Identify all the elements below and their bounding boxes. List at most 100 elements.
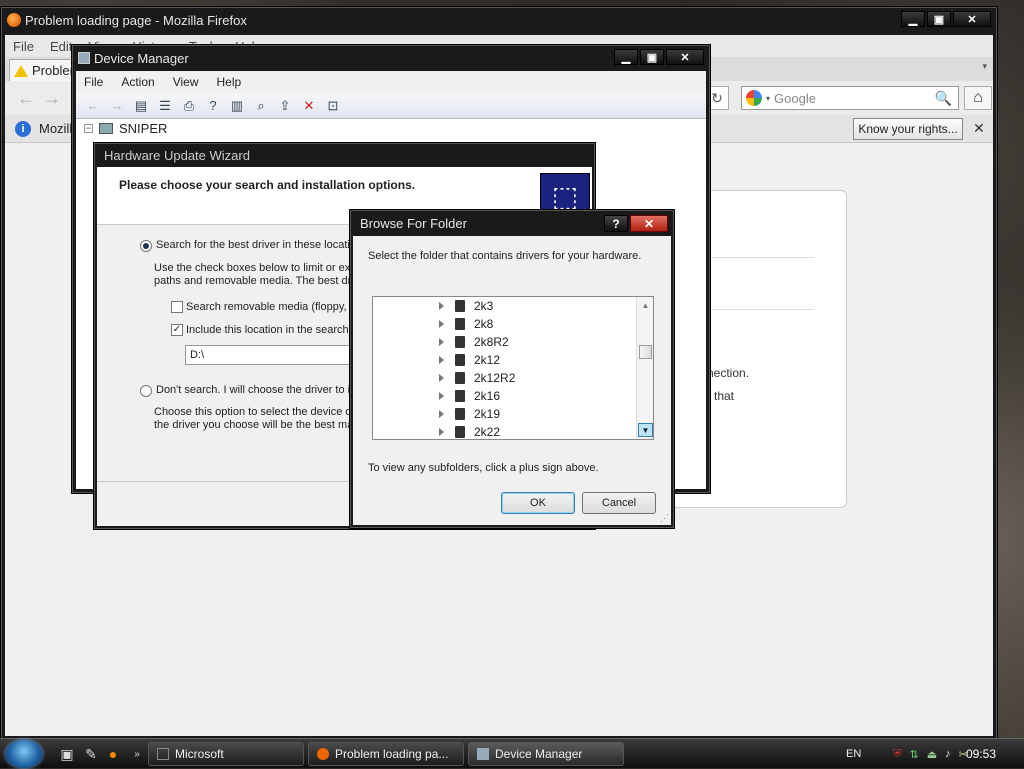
folder-item[interactable]: 2k12 [373, 351, 633, 369]
help-icon[interactable]: ? [204, 97, 222, 115]
folder-icon [455, 408, 465, 420]
folder-icon [455, 336, 465, 348]
folder-item[interactable]: 2k8 [373, 315, 633, 333]
removable-media-label: Search removable media (floppy, CD-ROM..… [186, 301, 351, 313]
scan-hardware-icon[interactable]: ⌕ [252, 97, 270, 115]
browse-title: Browse For Folder [360, 215, 467, 231]
safely-remove-icon[interactable]: ⏏ [927, 748, 937, 761]
firefox-quick-launch-icon[interactable]: ● [104, 745, 122, 763]
info-icon: i [15, 120, 31, 137]
know-your-rights-button[interactable]: Know your rights... [853, 118, 963, 140]
expand-arrow-icon[interactable] [439, 428, 444, 436]
firefox-icon [317, 748, 329, 760]
menu-help[interactable]: Help [217, 75, 242, 89]
location-path-input[interactable]: D:\ [185, 345, 355, 365]
tree-root-item[interactable]: − SNIPER [84, 121, 167, 136]
device-manager-icon [78, 52, 90, 64]
close-button[interactable]: ✕ [666, 49, 704, 65]
vertical-scrollbar[interactable]: ▲ ▼ [636, 297, 653, 439]
maximize-button[interactable]: ▣ [640, 49, 664, 65]
forward-icon[interactable]: → [39, 87, 65, 109]
volume-icon[interactable]: ♪ [945, 748, 951, 760]
wizard-heading: Please choose your search and installati… [119, 178, 416, 192]
expand-arrow-icon[interactable] [439, 410, 444, 418]
folder-item[interactable]: 2k12R2 [373, 369, 633, 387]
menu-edit[interactable]: Edit [50, 39, 72, 54]
menu-view[interactable]: View [173, 75, 199, 89]
collapse-icon[interactable]: − [84, 124, 93, 133]
taskbar-item-device-manager[interactable]: Device Manager [468, 742, 624, 766]
folder-item[interactable]: 2k16 [373, 387, 633, 405]
folder-icon [455, 372, 465, 384]
close-button[interactable]: ✕ [953, 11, 991, 27]
cancel-button[interactable]: Cancel [582, 492, 656, 514]
expand-quick-launch-icon[interactable]: » [128, 745, 146, 763]
firefox-titlebar[interactable]: Problem loading page - Mozilla Firefox [1, 7, 997, 33]
ok-button[interactable]: OK [501, 492, 575, 514]
home-icon[interactable]: ⌂ [964, 86, 992, 110]
back-icon[interactable]: ← [13, 87, 39, 109]
folder-icon [455, 318, 465, 330]
update-driver-icon[interactable]: ⇪ [276, 97, 294, 115]
clock[interactable]: 09:53 [966, 747, 996, 761]
tab-list-icon[interactable]: ▾ [982, 61, 987, 72]
wizard-titlebar[interactable]: Hardware Update Wizard [94, 143, 595, 167]
window-icon [157, 748, 169, 760]
resize-grip-icon[interactable]: ⋰ [660, 513, 669, 524]
console-tree-icon[interactable]: ▤ [132, 97, 150, 115]
print-icon[interactable]: ⎙ [180, 97, 198, 115]
minimize-button[interactable]: ▁ [901, 11, 925, 27]
disable-icon[interactable]: ⊡ [324, 97, 342, 115]
start-button[interactable] [6, 740, 42, 768]
divider [704, 257, 814, 258]
back-icon[interactable]: ← [84, 97, 102, 115]
close-button[interactable]: ✕ [630, 215, 668, 232]
close-icon[interactable]: ✕ [973, 120, 985, 137]
language-indicator[interactable]: EN [846, 748, 861, 760]
maximize-button[interactable]: ▣ [927, 11, 951, 27]
scroll-thumb[interactable] [639, 345, 652, 359]
taskbar-item-firefox[interactable]: Problem loading pa... [308, 742, 464, 766]
folder-item[interactable]: 2k8R2 [373, 333, 633, 351]
include-location-checkbox[interactable]: ✓ [171, 324, 183, 336]
menu-file[interactable]: File [13, 39, 34, 54]
network-icon[interactable]: ⇅ [910, 748, 919, 761]
search-description: paths and removable media. The best driv… [154, 275, 351, 287]
show-desktop-icon[interactable]: ▣ [58, 745, 76, 763]
search-placeholder: Google [774, 90, 816, 106]
device-manager-toolbar: ← → ▤ ☰ ⎙ ? ▥ ⌕ ⇪ ✕ ⊡ [76, 93, 706, 119]
folder-name: 2k22 [474, 425, 501, 439]
expand-arrow-icon[interactable] [439, 356, 444, 364]
action-pane-icon[interactable]: ▥ [228, 97, 246, 115]
folder-item[interactable]: 2k3 [373, 297, 633, 315]
expand-arrow-icon[interactable] [439, 338, 444, 346]
removable-media-checkbox[interactable] [171, 301, 183, 313]
divider [704, 309, 814, 310]
scroll-down-icon[interactable]: ▼ [638, 423, 653, 437]
quick-launch-icon[interactable]: ✎ [82, 745, 100, 763]
dont-search-radio[interactable] [140, 385, 152, 397]
taskbar-item-microsoft[interactable]: Microsoft [148, 742, 304, 766]
search-input[interactable]: ▾ Google 🔍 [741, 86, 959, 110]
help-button[interactable]: ? [604, 215, 628, 232]
search-icon[interactable]: 🔍 [935, 90, 952, 107]
menu-action[interactable]: Action [121, 75, 154, 89]
expand-arrow-icon[interactable] [439, 320, 444, 328]
uninstall-icon[interactable]: ✕ [300, 97, 318, 115]
search-best-driver-radio[interactable] [140, 240, 152, 252]
expand-arrow-icon[interactable] [439, 302, 444, 310]
expand-arrow-icon[interactable] [439, 392, 444, 400]
error-text-line: that [714, 389, 735, 403]
folder-item[interactable]: 2k19 [373, 405, 633, 423]
taskbar: ▣ ✎ ● » Microsoft Problem loading pa... … [0, 738, 1024, 768]
expand-arrow-icon[interactable] [439, 374, 444, 382]
security-shield-icon[interactable]: ⛨ [893, 748, 901, 761]
properties-icon[interactable]: ☰ [156, 97, 174, 115]
search-dropdown-icon[interactable]: ▾ [766, 94, 770, 103]
folder-item[interactable]: 2k22 [373, 423, 633, 439]
search-best-driver-label: Search for the best driver in these loca… [156, 239, 351, 251]
forward-icon[interactable]: → [108, 97, 126, 115]
menu-file[interactable]: File [84, 75, 103, 89]
scroll-up-icon[interactable]: ▲ [638, 298, 653, 312]
minimize-button[interactable]: ▁ [614, 49, 638, 65]
